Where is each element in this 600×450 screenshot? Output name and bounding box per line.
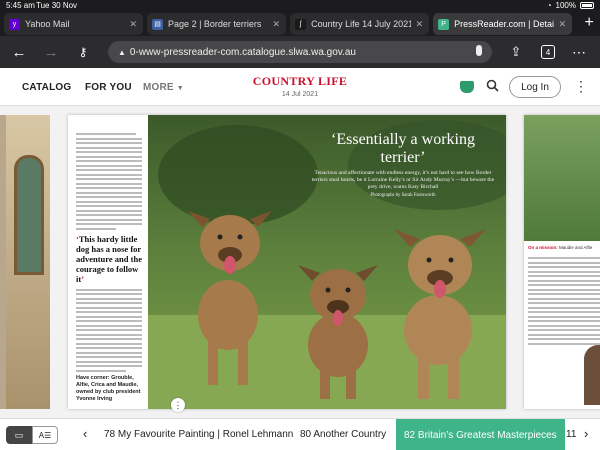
new-tab-button[interactable]: +: [578, 12, 600, 34]
text-view-icon: A☰: [38, 430, 52, 440]
document-icon: ▤: [152, 18, 164, 30]
article-link-prev[interactable]: 78 My Favourite Painting | Ronel Lehmann: [104, 429, 293, 440]
previous-page-thumbnail[interactable]: [0, 115, 50, 409]
status-time: 5:45 am: [6, 1, 35, 10]
close-icon[interactable]: ✕: [416, 19, 424, 30]
url-field[interactable]: ▲ 0-www-pressreader-com.catalogue.slwa.w…: [108, 41, 492, 63]
next-page-thumbnail[interactable]: On a mission: Maudie and Alfie: [524, 115, 600, 409]
text-view-button[interactable]: A☰: [32, 426, 58, 444]
nav-for-you[interactable]: FOR YOU: [85, 82, 132, 93]
close-icon[interactable]: ✕: [273, 19, 281, 30]
chevron-right-icon[interactable]: ›: [584, 426, 588, 441]
back-arrow-icon[interactable]: ←: [8, 41, 30, 63]
more-menu-icon[interactable]: ⋯: [568, 41, 590, 63]
pull-quote: ‘This hardy little dog has a nose for ad…: [76, 233, 142, 284]
page-options-button[interactable]: ⋮: [171, 398, 185, 412]
forward-arrow-icon[interactable]: →: [40, 41, 62, 63]
chevron-left-icon[interactable]: ‹: [83, 426, 87, 441]
status-right: ◔ 100%: [547, 1, 594, 10]
doorway-image: [14, 155, 44, 275]
article-standfirst: Tenacious and affectionate with endless …: [311, 170, 495, 190]
warning-icon: ▲: [118, 47, 126, 57]
nav-more[interactable]: MORE ▼: [143, 82, 184, 93]
photo-credit: Photographs by Sarah Farnsworth: [370, 193, 436, 198]
pull-quote-text: This hardy little dog has a nose for adv…: [76, 233, 142, 284]
reader-area[interactable]: ‘This hardy little dog has a nose for ad…: [0, 106, 600, 418]
nav-catalog[interactable]: CATALOG: [22, 82, 71, 93]
publication-brand[interactable]: COUNTRY LIFE 14 Jul 2021: [250, 74, 350, 98]
article-link-current[interactable]: 82 Britain’s Greatest Masterpieces: [396, 419, 565, 450]
country-life-logo: COUNTRY LIFE: [252, 74, 348, 88]
article-headline: ‘Essentially a working terrier’: [331, 131, 475, 166]
tab-yahoo-mail[interactable]: y Yahoo Mail ✕: [4, 13, 144, 35]
status-date: Tue 30 Nov: [36, 1, 78, 10]
caption-lead: On a mission:: [528, 245, 558, 250]
article-link-another-country[interactable]: 80 Another Country: [300, 429, 386, 440]
tab-count: 4: [541, 45, 555, 59]
tab-label: Page 2 | Border terriers: [168, 19, 262, 29]
close-icon[interactable]: ✕: [130, 19, 138, 30]
tab-label: PressReader.com | Detail: [454, 19, 555, 29]
tab-count-button[interactable]: 4: [541, 45, 555, 59]
nav-more-label: MORE: [143, 82, 174, 93]
body-text-block: [76, 133, 142, 230]
photo-caption: Have corner: Grouble, Alfie, Crica and M…: [76, 374, 141, 402]
search-icon[interactable]: [486, 79, 499, 92]
vertical-dots-icon[interactable]: ⋮: [574, 79, 588, 93]
url-text: 0-www-pressreader-com.catalogue.slwa.wa.…: [129, 46, 356, 58]
article-headline-block: ‘Essentially a working terrier’ Tenaciou…: [308, 131, 498, 198]
microphone-icon[interactable]: [476, 45, 482, 56]
browser-tab-strip: y Yahoo Mail ✕ ▤ Page 2 | Border terrier…: [0, 12, 600, 36]
page-view-button[interactable]: ▭: [6, 426, 32, 444]
article-navigation-bar: ▭ A☰ ‹ 78 My Favourite Painting | Ronel …: [0, 418, 600, 450]
issue-date: 14 Jul 2021: [281, 91, 319, 98]
key-icon[interactable]: ⚷: [72, 41, 94, 63]
site-header: CATALOG FOR YOU MORE ▼ COUNTRY LIFE 14 J…: [0, 68, 600, 106]
tab-label: Yahoo Mail: [25, 19, 70, 29]
status-bar: 5:45 am Tue 30 Nov ◔ 100%: [0, 0, 600, 12]
next-page-caption: On a mission: Maudie and Alfie: [528, 245, 598, 250]
tab-border-terriers[interactable]: ▤ Page 2 | Border terriers ✕: [147, 13, 287, 35]
next-page-photo: [524, 115, 600, 241]
page-view-icon: ▭: [14, 429, 24, 440]
next-page-text: [528, 257, 600, 347]
chevron-down-icon: ▼: [176, 85, 184, 92]
tab-pressreader[interactable]: P PressReader.com | Detail ✕: [433, 13, 573, 35]
address-bar: ← → ⚷ ▲ 0-www-pressreader-com.catalogue.…: [0, 36, 600, 68]
battery-percent: 100%: [555, 1, 576, 10]
wifi-icon: ◔: [546, 1, 552, 10]
country-life-icon: ʃ: [295, 18, 307, 30]
tab-country-life[interactable]: ʃ Country Life 14 July 2021 ✕: [290, 13, 430, 35]
battery-icon: [580, 2, 594, 9]
article-spread[interactable]: ‘This hardy little dog has a nose for ad…: [68, 115, 506, 412]
body-text-block-2: [76, 288, 142, 372]
tab-label: Country Life 14 July 2021: [311, 19, 412, 29]
close-icon[interactable]: ✕: [559, 19, 567, 30]
article-text-column: ‘This hardy little dog has a nose for ad…: [68, 115, 148, 409]
coffee-cup-icon[interactable]: [460, 81, 474, 93]
next-page-portrait: [584, 345, 600, 405]
pressreader-icon: P: [438, 18, 450, 30]
terriers-photo: ‘Essentially a working terrier’ Tenaciou…: [148, 115, 506, 409]
share-icon[interactable]: ⇪: [505, 41, 527, 63]
caption-rest: Maudie and Alfie: [559, 245, 593, 250]
login-button[interactable]: Log In: [509, 76, 561, 98]
yahoo-icon: y: [9, 18, 20, 30]
article-link-next[interactable]: 11: [566, 429, 576, 440]
